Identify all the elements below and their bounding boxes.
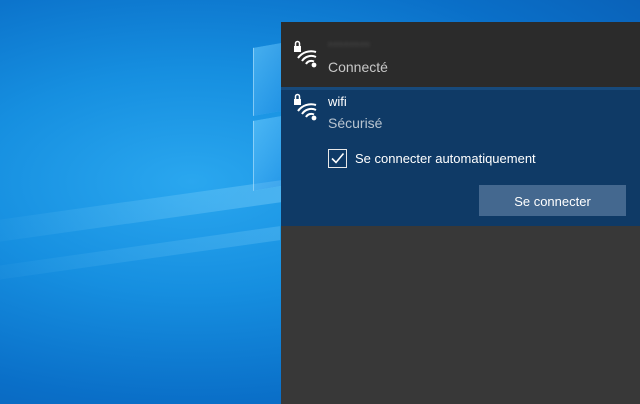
selection-highlight — [281, 87, 640, 90]
checkmark-icon — [331, 152, 345, 164]
network-name: ········ — [328, 36, 371, 51]
network-status: Connecté — [328, 59, 388, 75]
auto-connect-checkbox[interactable] — [328, 149, 347, 168]
network-name: wifi — [328, 94, 347, 109]
wifi-secured-icon — [294, 93, 317, 121]
network-flyout: ········ Connecté wifi Sécurisé Se conne… — [281, 22, 640, 404]
network-item-wifi[interactable]: wifi Sécurisé Se connecter automatiqueme… — [281, 87, 640, 226]
network-item-connected[interactable]: ········ Connecté — [281, 22, 640, 87]
network-status: Sécurisé — [328, 115, 383, 131]
auto-connect-label: Se connecter automatiquement — [355, 151, 536, 166]
wifi-secured-icon — [294, 40, 317, 68]
auto-connect-option[interactable]: Se connecter automatiquement — [328, 148, 536, 169]
connect-button[interactable]: Se connecter — [479, 185, 626, 216]
